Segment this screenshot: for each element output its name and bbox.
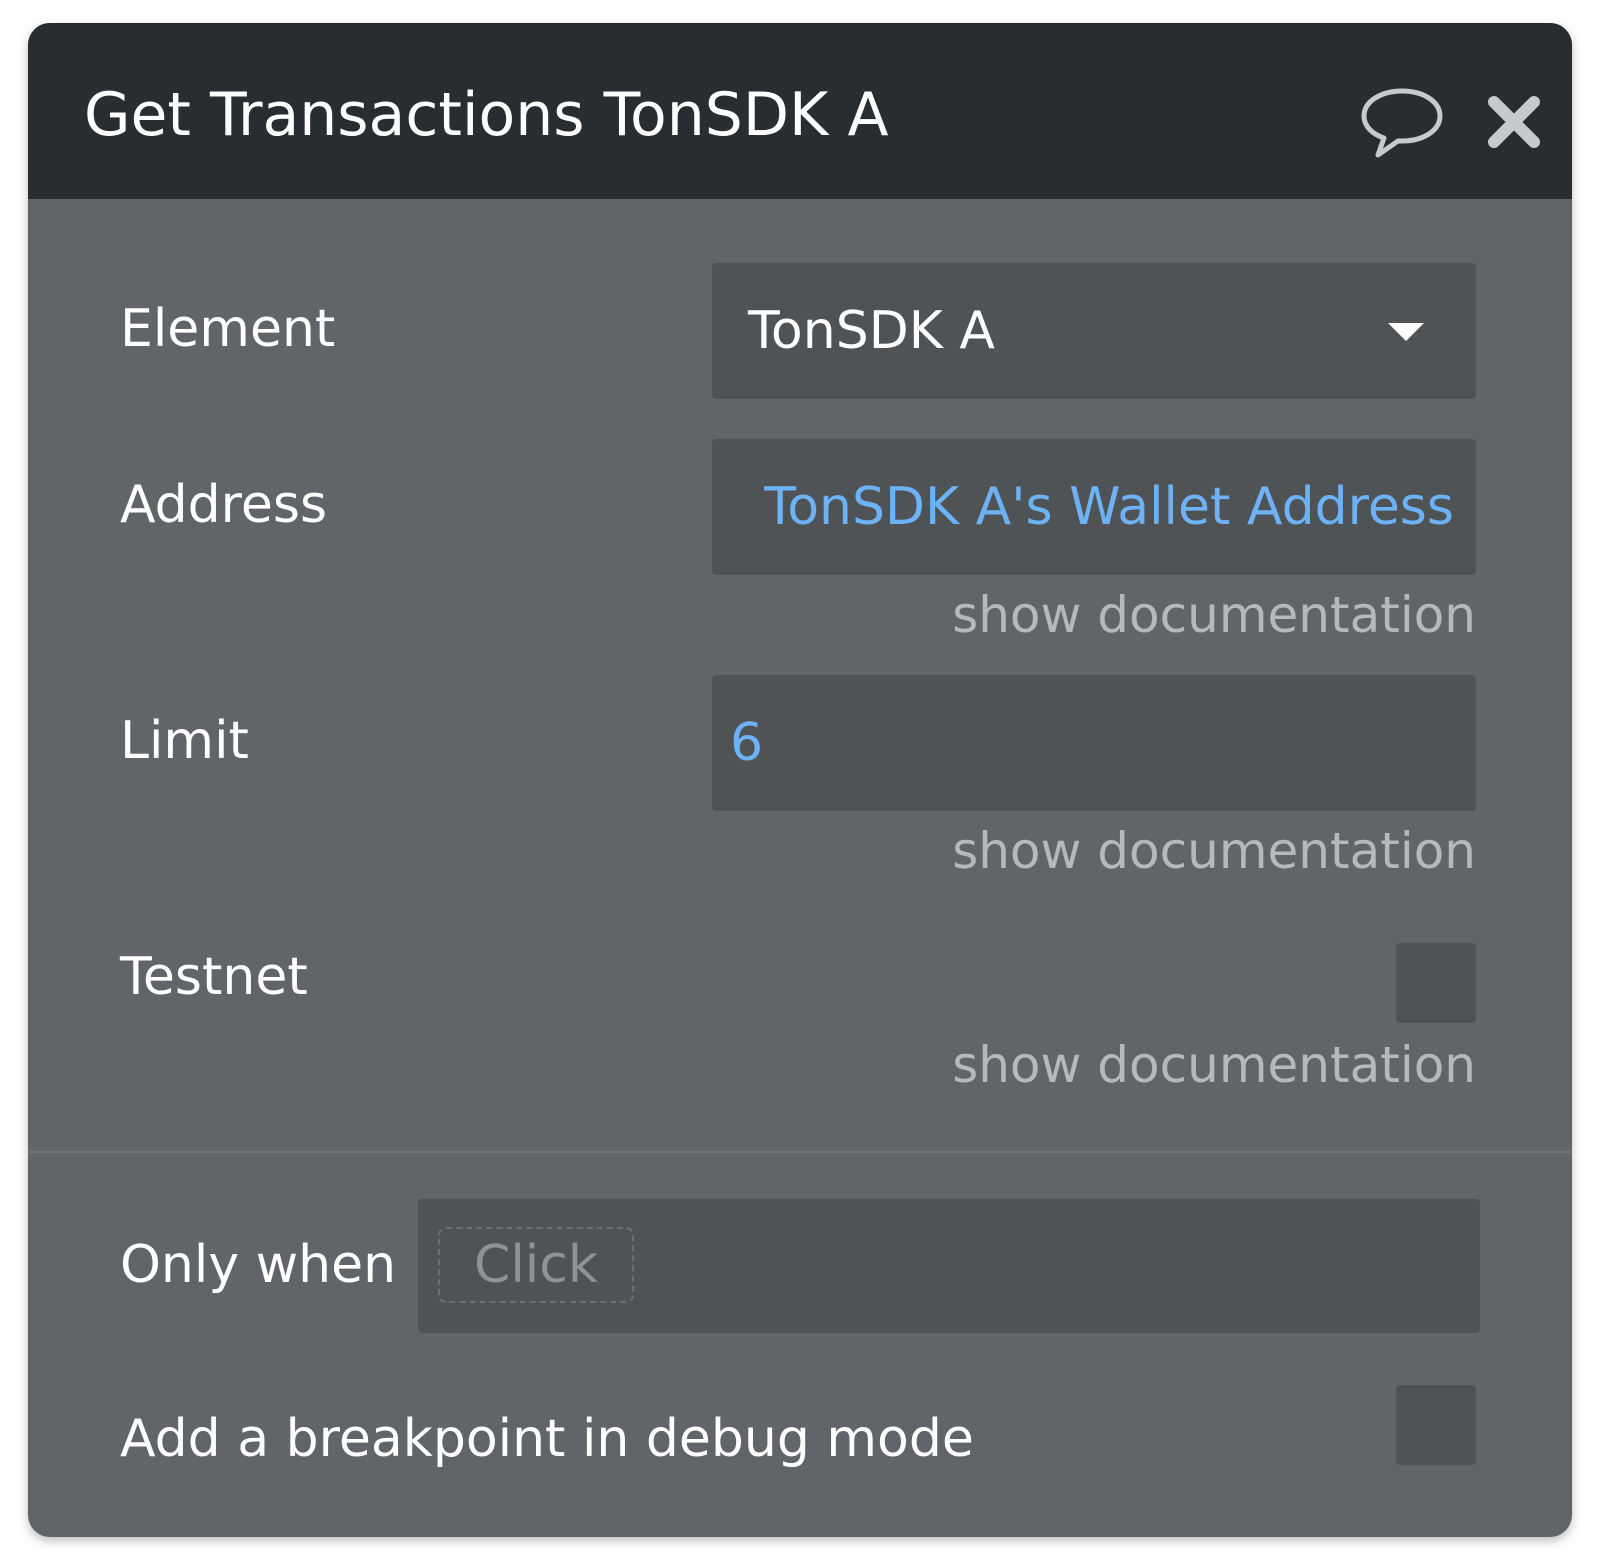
panel-title: Get Transactions TonSDK A <box>84 80 889 150</box>
section-divider <box>28 1151 1572 1153</box>
testnet-show-documentation-link[interactable]: show documentation <box>952 1035 1476 1095</box>
only-when-condition-field[interactable]: Click <box>418 1199 1480 1333</box>
element-dropdown[interactable]: TonSDK A <box>712 263 1476 399</box>
breakpoint-checkbox[interactable] <box>1396 1385 1476 1465</box>
address-label: Address <box>120 475 328 535</box>
address-show-documentation-link[interactable]: show documentation <box>952 585 1476 645</box>
testnet-checkbox[interactable] <box>1396 943 1476 1023</box>
breakpoint-label: Add a breakpoint in debug mode <box>120 1409 974 1469</box>
close-icon[interactable] <box>1486 94 1542 150</box>
limit-show-documentation-link[interactable]: show documentation <box>952 821 1476 881</box>
testnet-label: Testnet <box>120 947 308 1007</box>
limit-field[interactable]: 6 <box>712 675 1476 811</box>
element-dropdown-value: TonSDK A <box>748 301 995 361</box>
panel-header: Get Transactions TonSDK A <box>28 23 1572 199</box>
limit-field-value: 6 <box>730 713 764 773</box>
speech-bubble-icon[interactable] <box>1358 85 1446 161</box>
chevron-down-icon <box>1388 323 1424 341</box>
only-when-label: Only when <box>120 1235 397 1295</box>
action-editor-panel: Get Transactions TonSDK A Element TonSDK… <box>28 23 1572 1537</box>
address-field-value: TonSDK A's Wallet Address <box>764 477 1454 537</box>
limit-label: Limit <box>120 711 249 771</box>
element-label: Element <box>120 299 336 359</box>
address-field[interactable]: TonSDK A's Wallet Address <box>712 439 1476 575</box>
condition-placeholder[interactable]: Click <box>438 1227 634 1303</box>
